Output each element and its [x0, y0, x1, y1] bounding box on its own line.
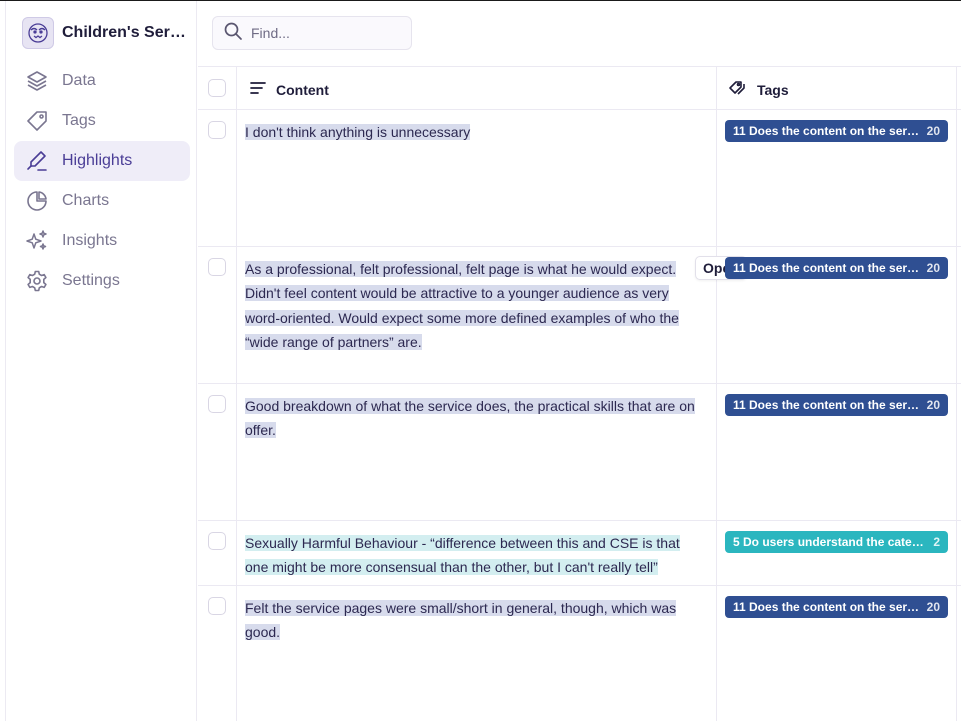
table-row[interactable]: I don't think anything is unnecessary 11… — [198, 109, 961, 246]
tag-chip[interactable]: 5 Do users understand the categories of … — [725, 531, 948, 553]
main-panel: Content Tags — [198, 1, 961, 721]
row-checkbox[interactable] — [208, 597, 226, 615]
workspace-name: Children's Services - Content Research — [62, 24, 188, 41]
sidebar-item-charts[interactable]: Charts — [14, 181, 190, 221]
highlight-text: As a professional, felt professional, fe… — [245, 261, 679, 350]
monster-face-icon — [22, 17, 54, 49]
sidebar-item-label: Insights — [62, 232, 118, 249]
table-row[interactable]: Good breakdown of what the service does,… — [198, 383, 961, 520]
highlighter-icon — [24, 148, 50, 174]
pie-chart-icon — [24, 188, 50, 214]
workspace-switcher[interactable]: Children's Services - Content Research — [22, 17, 188, 49]
tag-chip[interactable]: 11 Does the content on the service pages… — [725, 394, 948, 416]
select-all-checkbox[interactable] — [208, 79, 226, 97]
column-header-tags[interactable]: Tags — [728, 79, 789, 100]
sparkles-icon — [24, 228, 50, 254]
highlight-text: Good breakdown of what the service does,… — [245, 398, 695, 439]
sidebar-nav: Data Tags Highlights Charts Insights Set… — [14, 61, 190, 301]
sidebar-item-settings[interactable]: Settings — [14, 261, 190, 301]
tag-chip[interactable]: 11 Does the content on the service pages… — [725, 596, 948, 618]
tag-chip[interactable]: 11 Does the content on the service pages… — [725, 120, 948, 142]
tag-chip[interactable]: 11 Does the content on the service pages… — [725, 257, 948, 279]
search-input[interactable] — [251, 25, 401, 41]
search-icon — [223, 21, 243, 46]
row-checkbox[interactable] — [208, 121, 226, 139]
tag-icon — [24, 108, 50, 134]
table-row[interactable]: Sexually Harmful Behaviour - “difference… — [198, 520, 961, 585]
sidebar-item-label: Data — [62, 72, 96, 89]
highlight-text: I don't think anything is unnecessary — [245, 124, 471, 140]
row-checkbox[interactable] — [208, 532, 226, 550]
sidebar-item-label: Settings — [62, 272, 120, 289]
layers-icon — [24, 68, 50, 94]
row-checkbox[interactable] — [208, 258, 226, 276]
row-checkbox[interactable] — [208, 395, 226, 413]
search-box[interactable] — [212, 16, 412, 50]
sidebar-item-insights[interactable]: Insights — [14, 221, 190, 261]
sidebar-item-tags[interactable]: Tags — [14, 101, 190, 141]
table-row[interactable]: As a professional, felt professional, fe… — [198, 246, 961, 383]
highlight-text: Sexually Harmful Behaviour - “difference… — [245, 535, 680, 576]
column-header-content[interactable]: Content — [249, 79, 329, 100]
sidebar-item-label: Charts — [62, 192, 110, 209]
text-align-icon — [249, 79, 267, 100]
table-header: Content Tags — [198, 66, 961, 109]
gear-icon — [24, 268, 50, 294]
sidebar: Children's Services - Content Research D… — [5, 1, 197, 721]
sidebar-item-highlights[interactable]: Highlights — [14, 141, 190, 181]
highlight-text: Felt the service pages were small/short … — [245, 600, 677, 641]
sidebar-item-label: Tags — [62, 112, 96, 129]
table-row[interactable]: Felt the service pages were small/short … — [198, 585, 961, 721]
sidebar-item-label: Highlights — [62, 152, 133, 169]
tags-icon — [728, 79, 748, 100]
sidebar-item-data[interactable]: Data — [14, 61, 190, 101]
